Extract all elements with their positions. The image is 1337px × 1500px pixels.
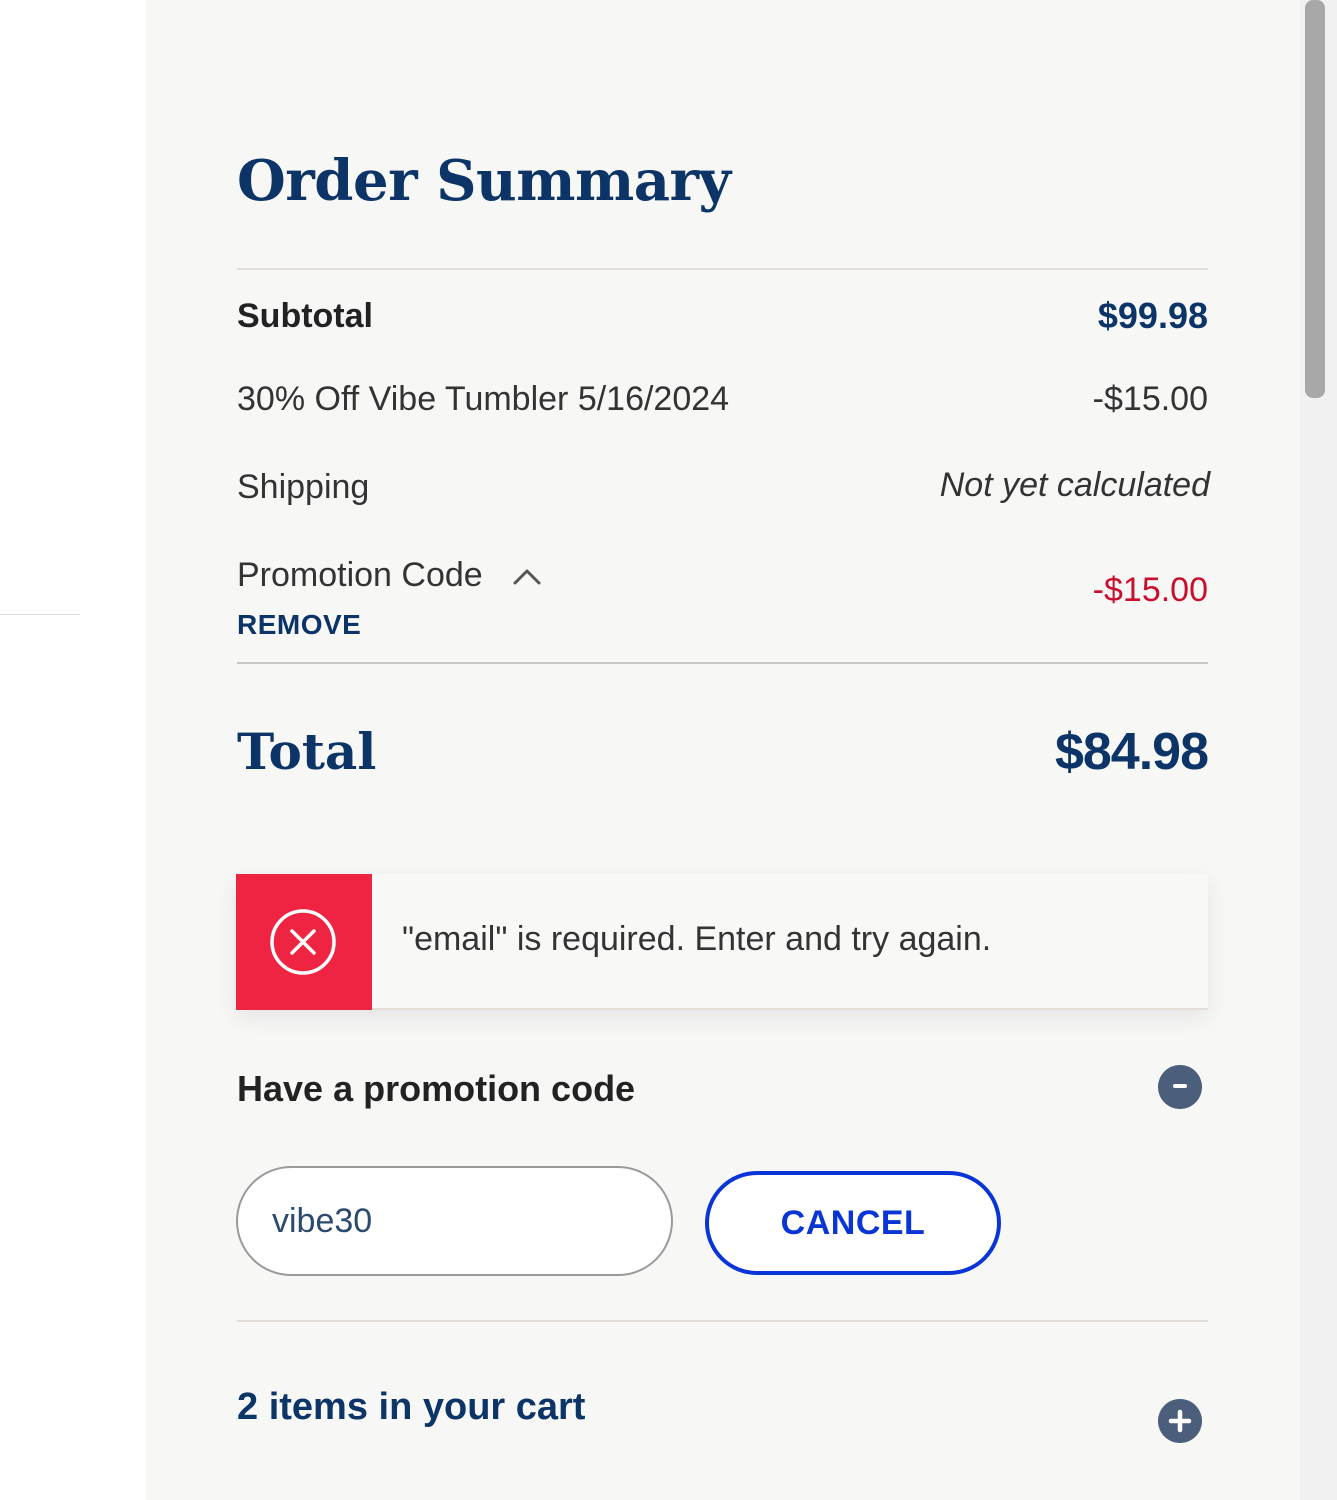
remove-promo-link[interactable]: REMOVE	[237, 609, 361, 641]
divider	[237, 268, 1208, 270]
promo-code-input[interactable]	[236, 1166, 673, 1276]
subtotal-label: Subtotal	[237, 297, 373, 335]
minus-circle-icon[interactable]	[1158, 1065, 1202, 1109]
promotion-discount-value: -$15.00	[1092, 571, 1208, 609]
left-pane	[0, 0, 146, 1500]
divider	[237, 662, 1208, 664]
scrollbar-thumb[interactable]	[1305, 0, 1325, 398]
discount-value: -$15.00	[1092, 380, 1208, 418]
promotion-code-heading[interactable]: Have a promotion code	[237, 1068, 635, 1110]
alert-message: "email" is required. Enter and try again…	[402, 920, 992, 958]
shipping-value: Not yet calculated	[939, 466, 1210, 504]
shipping-label: Shipping	[237, 468, 370, 506]
alert-icon-box	[236, 874, 372, 1010]
promotion-code-label: Promotion Code	[237, 556, 483, 594]
chevron-up-icon[interactable]	[512, 564, 542, 588]
cart-items-heading[interactable]: 2 items in your cart	[237, 1386, 585, 1429]
cancel-button[interactable]: CANCEL	[705, 1171, 1001, 1275]
subtotal-value: $99.98	[1097, 295, 1208, 336]
left-divider	[0, 614, 80, 615]
total-label: Total	[237, 722, 377, 781]
divider	[237, 1320, 1208, 1322]
total-value: $84.98	[1054, 723, 1209, 781]
error-alert: "email" is required. Enter and try again…	[236, 874, 1208, 1010]
plus-circle-icon[interactable]	[1158, 1399, 1202, 1443]
error-circle-x-icon	[270, 909, 336, 975]
discount-label: 30% Off Vibe Tumbler 5/16/2024	[237, 380, 730, 418]
page-title: Order Summary	[237, 148, 731, 214]
